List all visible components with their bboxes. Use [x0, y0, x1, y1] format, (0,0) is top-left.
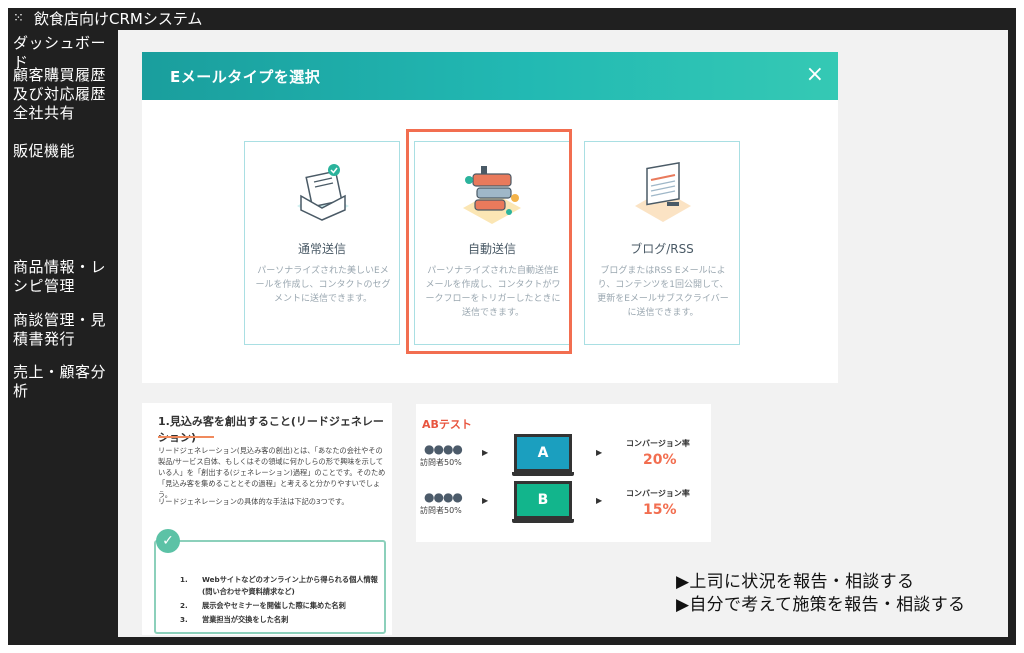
conversion-rate: 15%	[643, 502, 677, 518]
blog-rss-icon	[635, 161, 691, 222]
laptop-variant-b: B	[512, 481, 574, 523]
leadgen-paragraph: リードジェネレーション(見込み客の創出)とは、「あなたの会社やその製品/サービス…	[158, 446, 386, 499]
close-icon[interactable]: ×	[806, 62, 824, 88]
arrow-right-icon: ▶	[482, 496, 489, 505]
title-underline	[158, 436, 214, 438]
variant-label: B	[514, 481, 572, 519]
sidebar-item-sales-analysis[interactable]: 売上・顧客分析	[13, 363, 117, 401]
card-blog-rss[interactable]: ブログ/RSS ブログまたはRSS Eメールにより、コンテンツを1回公開して、更…	[584, 141, 740, 345]
card-title: ブログ/RSS	[630, 242, 694, 256]
sidebar-item-customer-history[interactable]: 顧客購買履歴及び対応履歴全社共有	[13, 66, 117, 123]
app-title: 飲食店向けCRMシステム	[34, 10, 203, 28]
modal-title: Eメールタイプを選択	[170, 68, 321, 86]
arrow-right-icon: ▶	[596, 448, 603, 457]
app-titlebar: ⁙ 飲食店向けCRMシステム	[8, 8, 1016, 30]
people-icon: ●●●●	[424, 442, 463, 456]
card-title: 通常送信	[297, 242, 346, 256]
sidebar: ダッシュボード 顧客購買履歴及び対応履歴全社共有 販促機能 商品情報・レシピ管理…	[8, 30, 118, 645]
card-regular-send[interactable]: 通常送信 パーソナライズされた美しいEメールを作成し、コンタクトのセグメントに送…	[244, 141, 400, 345]
arrow-right-icon: ▶	[596, 496, 603, 505]
visitor-share: 訪問者50%	[420, 506, 462, 515]
checkmark-icon: ✓	[156, 529, 180, 553]
conversion-rate: 20%	[643, 452, 677, 468]
sidebar-item-product-recipe[interactable]: 商品情報・レシピ管理	[13, 258, 117, 296]
leadgen-title: 1.見込み客を創出すること(リードジェネレーション)	[158, 415, 384, 444]
frame-bottom	[118, 637, 1016, 645]
leadgen-document: 1.見込み客を創出すること(リードジェネレーション) リードジェネレーション(見…	[142, 403, 392, 635]
leadgen-paragraph: リードジェネレーションの具体的な手法は下記の3つです。	[158, 497, 349, 506]
envelope-icon	[297, 164, 349, 221]
conversion-label: コンバージョン率	[626, 439, 690, 448]
arrow-right-icon: ▶	[482, 448, 489, 457]
laptop-variant-a: A	[512, 434, 574, 476]
variant-label: A	[514, 434, 572, 472]
modal-header: Eメールタイプを選択 ×	[142, 52, 838, 100]
sidebar-item-promotion[interactable]: 販促機能	[13, 142, 117, 161]
network-icon: ⁙	[13, 11, 24, 26]
action-notes: ▶上司に状況を報告・相談する ▶自分で考えて施策を報告・相談する	[676, 571, 965, 617]
note-line: ▶自分で考えて施策を報告・相談する	[676, 595, 966, 615]
frame-right	[1008, 30, 1016, 645]
note-line: ▶上司に状況を報告・相談する	[676, 572, 915, 592]
card-description: ブログまたはRSS Eメールにより、コンテンツを1回公開して、更新をEメールサブ…	[597, 266, 729, 318]
visitor-share: 訪問者50%	[420, 458, 462, 467]
ab-test-panel: ABテスト ●●●● 訪問者50% ▶ A ▶ コンバージョン率 20% ●●●…	[416, 404, 711, 542]
leadgen-method-box: 1. Webサイトなどのオンライン上から得られる個人情報(問い合わせや資料請求な…	[154, 540, 386, 634]
card-description: パーソナライズされた美しいEメールを作成し、コンタクトのセグメントに送信できます…	[255, 266, 391, 304]
sidebar-item-negotiation-quote[interactable]: 商談管理・見積書発行	[13, 311, 117, 349]
ab-test-title: ABテスト	[422, 418, 472, 431]
selection-highlight	[406, 129, 572, 354]
people-icon: ●●●●	[424, 490, 463, 504]
conversion-label: コンバージョン率	[626, 489, 690, 498]
